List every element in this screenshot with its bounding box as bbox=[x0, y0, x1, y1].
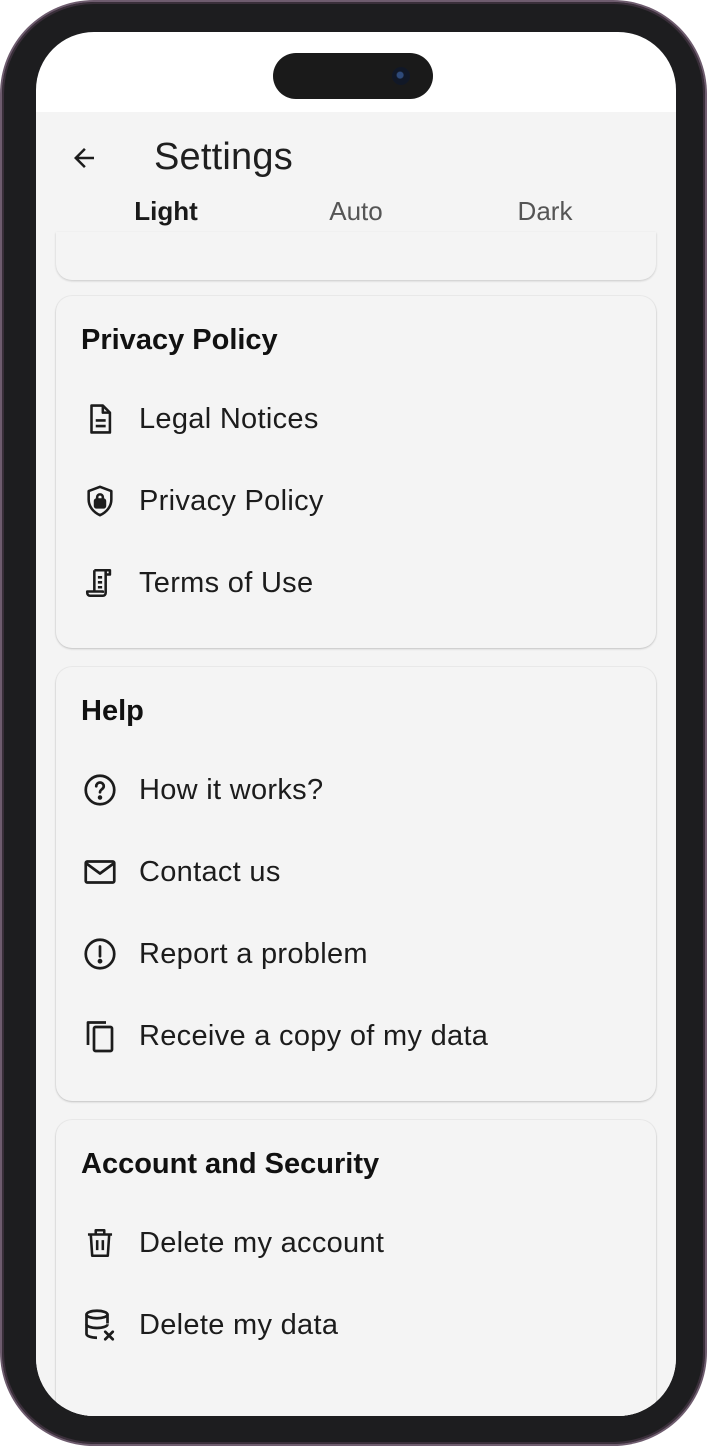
privacy-policy-card: Privacy Policy Legal Notices Privacy Pol… bbox=[56, 296, 656, 648]
legal-notices-item[interactable]: Legal Notices bbox=[81, 393, 641, 445]
how-it-works-label: How it works? bbox=[139, 773, 324, 806]
privacy-policy-label: Privacy Policy bbox=[139, 484, 324, 517]
question-circle-icon bbox=[81, 771, 119, 809]
shield-lock-icon bbox=[81, 482, 119, 520]
section-title-account: Account and Security bbox=[81, 1148, 380, 1180]
page-title: Settings bbox=[154, 136, 293, 178]
report-problem-item[interactable]: Report a problem bbox=[81, 928, 641, 980]
theme-option-auto[interactable]: Auto bbox=[286, 196, 426, 227]
trash-icon bbox=[81, 1224, 119, 1262]
phone-frame: Settings Light Auto Dark Privacy Policy … bbox=[2, 2, 705, 1444]
front-camera bbox=[392, 67, 410, 85]
arrow-left-icon bbox=[69, 143, 99, 173]
back-button[interactable] bbox=[66, 140, 102, 176]
scroll-icon bbox=[81, 564, 119, 602]
appearance-card-bottom bbox=[56, 232, 656, 280]
contact-us-label: Contact us bbox=[139, 855, 281, 888]
database-remove-icon bbox=[81, 1306, 119, 1344]
phone-screen: Settings Light Auto Dark Privacy Policy … bbox=[36, 32, 676, 1416]
alert-circle-icon bbox=[81, 935, 119, 973]
terms-of-use-label: Terms of Use bbox=[139, 566, 314, 599]
delete-account-item[interactable]: Delete my account bbox=[81, 1217, 641, 1269]
terms-of-use-item[interactable]: Terms of Use bbox=[81, 557, 641, 609]
dynamic-island bbox=[273, 53, 433, 99]
delete-data-item[interactable]: Delete my data bbox=[81, 1299, 641, 1351]
contact-us-item[interactable]: Contact us bbox=[81, 846, 641, 898]
mail-icon bbox=[81, 853, 119, 891]
legal-notices-label: Legal Notices bbox=[139, 402, 319, 435]
theme-option-light[interactable]: Light bbox=[96, 196, 236, 227]
delete-data-label: Delete my data bbox=[139, 1308, 339, 1341]
report-problem-label: Report a problem bbox=[139, 937, 368, 970]
account-security-card: Account and Security Delete my account D… bbox=[56, 1120, 656, 1416]
section-title-help: Help bbox=[81, 695, 144, 727]
how-it-works-item[interactable]: How it works? bbox=[81, 764, 641, 816]
receive-data-copy-label: Receive a copy of my data bbox=[139, 1019, 489, 1052]
document-icon bbox=[81, 400, 119, 438]
receive-data-copy-item[interactable]: Receive a copy of my data bbox=[81, 1010, 641, 1062]
settings-screen: Settings Light Auto Dark Privacy Policy … bbox=[36, 112, 676, 1416]
section-title-privacy: Privacy Policy bbox=[81, 324, 278, 356]
theme-option-dark[interactable]: Dark bbox=[475, 196, 615, 227]
privacy-policy-item[interactable]: Privacy Policy bbox=[81, 475, 641, 527]
help-card: Help How it works? Contact us Report a p… bbox=[56, 667, 656, 1101]
delete-account-label: Delete my account bbox=[139, 1226, 385, 1259]
copy-icon bbox=[81, 1017, 119, 1055]
